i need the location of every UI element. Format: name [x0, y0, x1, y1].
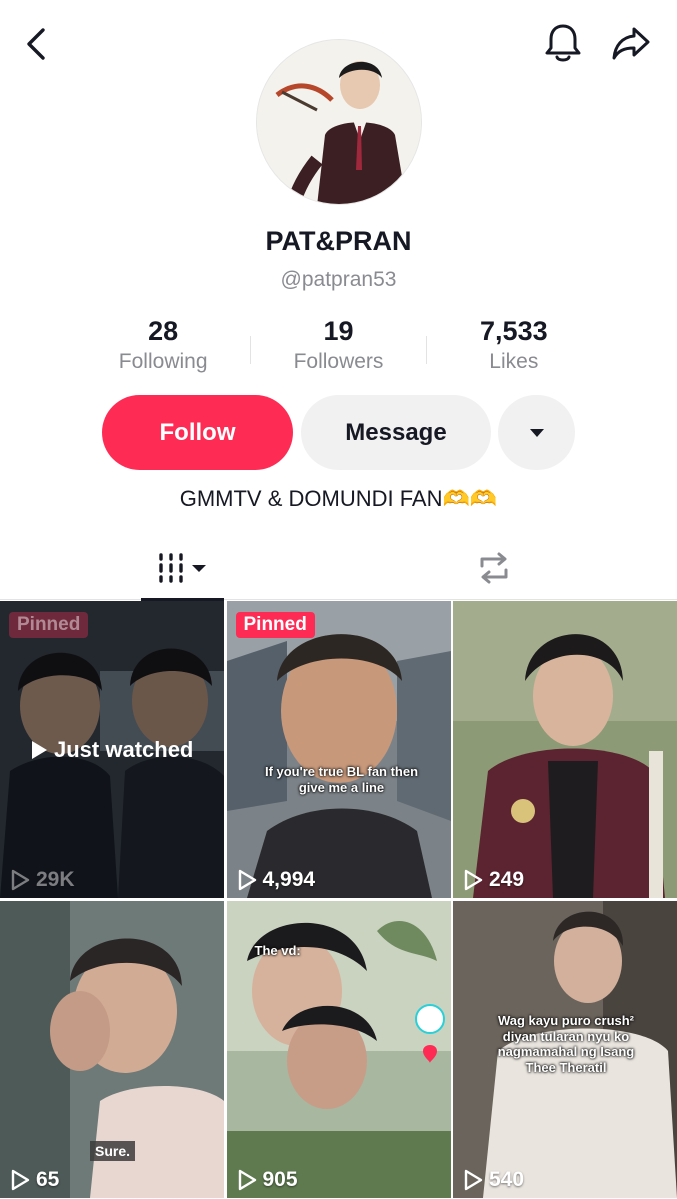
avatar-image — [257, 40, 421, 204]
notifications-button[interactable] — [540, 20, 586, 66]
play-icon — [238, 869, 256, 891]
stat-likes[interactable]: 7,533 Likes — [427, 316, 601, 380]
stat-value: 19 — [323, 316, 354, 346]
profile-name: PAT&PRAN — [265, 226, 412, 256]
repost-icon — [480, 552, 507, 584]
stat-value: 28 — [148, 316, 179, 346]
back-button[interactable] — [14, 22, 58, 66]
video-caption: Wag kayu puro crush² diyan tularan nyu k… — [497, 1013, 635, 1075]
tab-videos[interactable] — [141, 536, 224, 601]
video-thumbnail — [226, 601, 451, 898]
view-count: 249 — [463, 868, 524, 892]
message-button[interactable]: Message — [301, 395, 491, 470]
stat-label: Likes — [489, 350, 539, 373]
bell-icon — [545, 24, 581, 62]
play-icon — [11, 1169, 30, 1191]
view-count: 540 — [463, 1168, 524, 1192]
chevron-left-icon — [27, 28, 45, 60]
pinned-badge: Pinned — [235, 612, 315, 638]
video-caption: The vd: — [254, 943, 301, 958]
video-tile[interactable]: Sure. 65 — [0, 901, 224, 1198]
share-button[interactable] — [608, 20, 654, 66]
view-count: 905 — [237, 1168, 298, 1192]
view-count: 65 — [10, 1168, 59, 1192]
more-options-button[interactable] — [498, 395, 575, 470]
play-icon — [464, 869, 483, 891]
stat-value: 7,533 — [480, 316, 548, 346]
just-watched-label: Just watched — [30, 737, 193, 763]
stat-followers[interactable]: 19 Followers — [251, 316, 425, 380]
video-caption: Sure. — [90, 1141, 136, 1161]
view-count-text: 29K — [36, 868, 75, 891]
play-icon — [11, 869, 30, 891]
pinned-badge: Pinned — [9, 612, 89, 638]
play-icon — [464, 1169, 483, 1191]
video-tile[interactable]: Pinned If you're true BL fan then give m… — [226, 601, 451, 898]
video-tile[interactable]: 249 — [453, 601, 677, 898]
view-count-text: 65 — [36, 1168, 60, 1191]
video-caption: If you're true BL fan then give me a lin… — [264, 764, 419, 795]
avatar[interactable] — [256, 39, 422, 205]
caret-down-icon — [529, 428, 544, 437]
profile-handle: @patpran53 — [280, 268, 397, 291]
profile-bio: GMMTV & DOMUNDI FAN🫶🫶 — [179, 486, 498, 511]
stat-label: Following — [118, 350, 208, 373]
view-count: 29K — [10, 868, 75, 892]
view-count-text: 249 — [489, 868, 525, 891]
content-tabs — [0, 536, 677, 601]
video-tile[interactable]: Pinned Just watched 29K — [0, 601, 224, 898]
follow-button[interactable]: Follow — [102, 395, 293, 470]
view-count-text: 4,994 — [262, 868, 316, 891]
play-icon — [238, 1169, 256, 1191]
view-count-text: 905 — [262, 1168, 298, 1191]
grid-icon — [158, 553, 206, 583]
stat-label: Followers — [293, 350, 384, 373]
play-icon — [32, 741, 47, 759]
video-tile[interactable]: The vd: 905 — [226, 901, 451, 1198]
tab-reposts[interactable] — [452, 536, 535, 600]
view-count: 4,994 — [237, 868, 316, 892]
profile-stats: 28 Following 19 Followers 7,533 Likes — [76, 316, 601, 380]
view-count-text: 540 — [489, 1168, 525, 1191]
video-grid: Pinned Just watched 29K Pinned If you're… — [0, 601, 677, 1199]
just-watched-text: Just watched — [54, 737, 194, 762]
share-arrow-icon — [612, 27, 650, 60]
video-thumbnail — [453, 601, 677, 898]
stat-following[interactable]: 28 Following — [76, 316, 250, 380]
video-tile[interactable]: Wag kayu puro crush² diyan tularan nyu k… — [453, 901, 677, 1198]
